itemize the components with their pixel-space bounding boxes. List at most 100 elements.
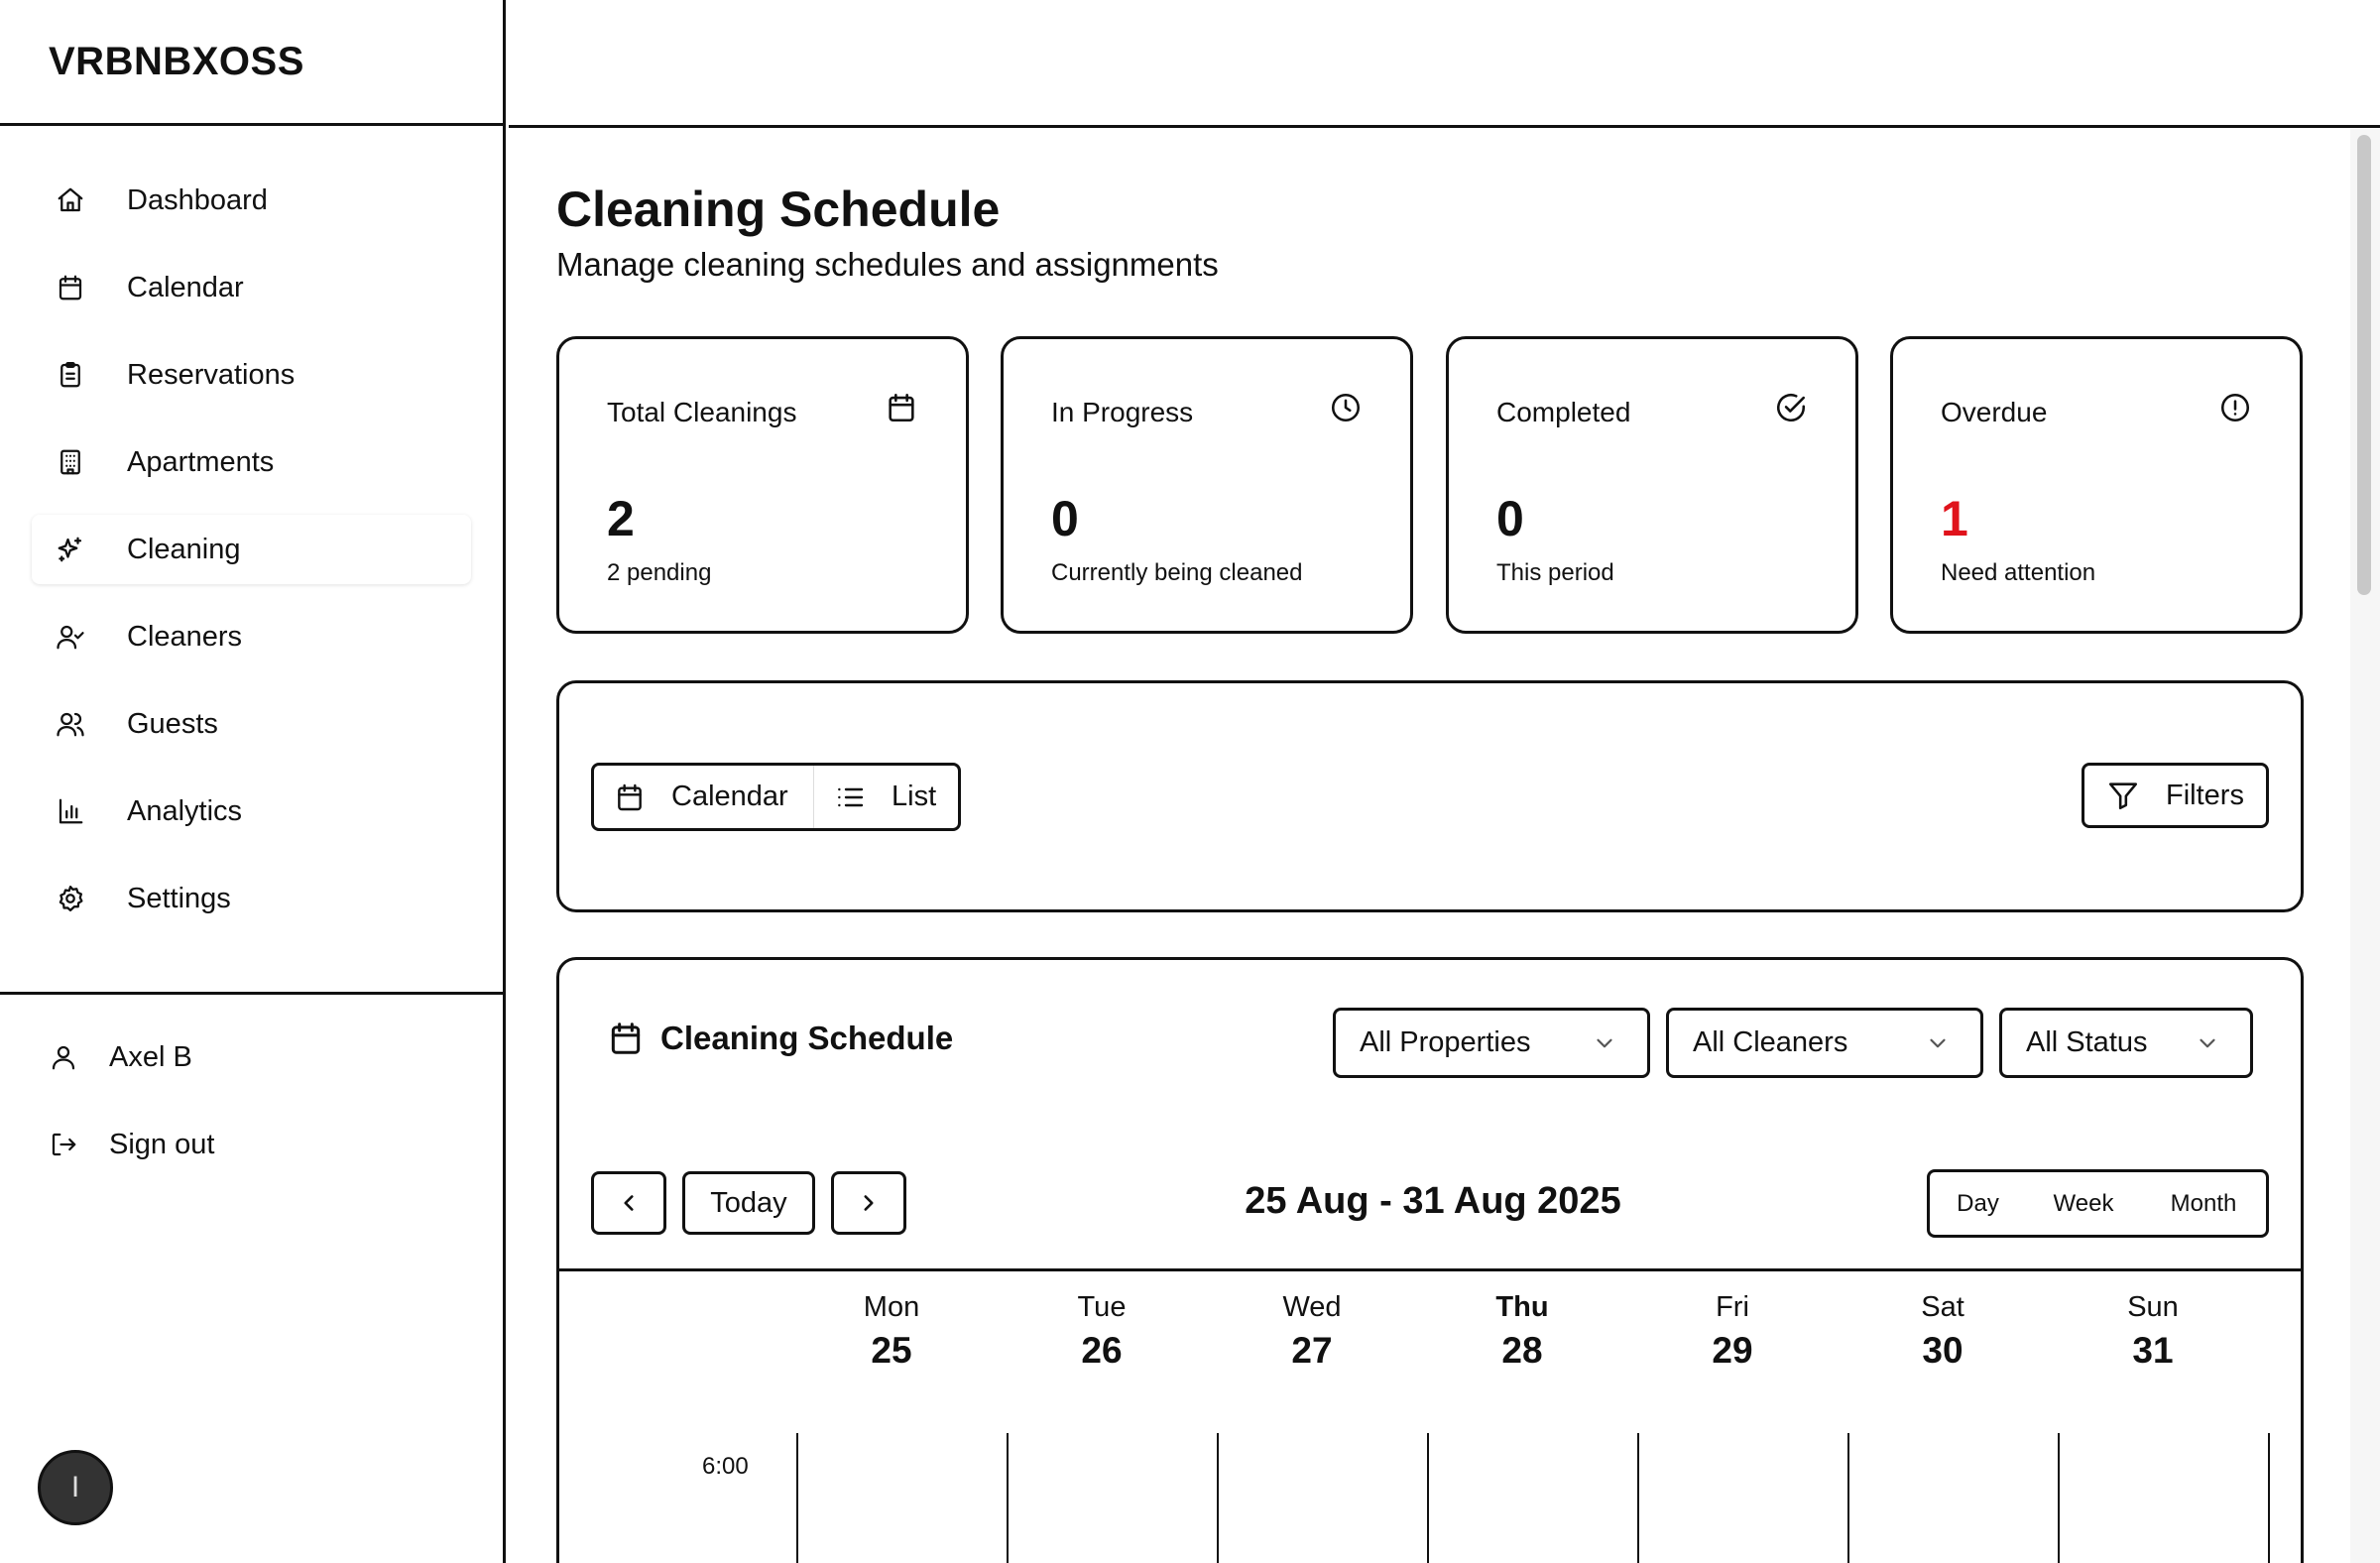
stat-label: Overdue [1941,397,2048,427]
day-view-button[interactable]: Day [1930,1172,2026,1235]
stat-note: Currently being cleaned [1051,559,1303,586]
day-column-divider [796,1433,798,1563]
alert-circle-icon [2218,391,2254,426]
page-title: Cleaning Schedule [556,181,1001,237]
day-name: Thu [1495,1291,1549,1323]
sidebar-nav: Dashboard Calendar Reservations Apartmen… [0,126,503,933]
day-date: 29 [1712,1330,1753,1371]
list-view-button[interactable]: List [814,766,936,828]
day-column-divider [1007,1433,1009,1563]
stat-label: Total Cleanings [607,397,797,427]
home-icon [54,183,87,217]
stat-card-total: Total Cleanings 2 2 pending [556,336,969,634]
brand-logo[interactable]: VRBNBXOSS [0,0,503,126]
day-column-divider [1847,1433,1849,1563]
user-icon [48,1041,79,1073]
users-icon [54,707,87,741]
filter-icon [2108,782,2138,810]
day-name: Mon [863,1291,920,1323]
day-header-tue: Tue 26 [997,1291,1207,1372]
clock-icon [1329,391,1365,426]
sign-out-icon [48,1129,79,1160]
sidebar-item-analytics[interactable]: Analytics [32,777,471,846]
chevron-left-icon [624,1195,634,1211]
sidebar-item-label: Reservations [127,358,296,391]
stat-value: 0 [1496,491,1524,546]
chevron-down-icon [1597,1038,1612,1047]
cleaner-select[interactable]: All Cleaners [1666,1008,1983,1078]
month-view-button[interactable]: Month [2141,1172,2266,1235]
day-header-sat: Sat 30 [1838,1291,2048,1372]
bar-chart-icon [54,794,87,828]
time-label: 6:00 [702,1453,749,1480]
day-header-mon: Mon 25 [786,1291,997,1372]
sidebar-item-label: Settings [127,882,231,914]
day-column-divider [1217,1433,1219,1563]
day-header-thu: Thu 28 [1417,1291,1627,1372]
schedule-header: Cleaning Schedule [607,1020,953,1057]
sidebar: VRBNBXOSS Dashboard Calendar Reservation… [0,0,506,1563]
calendar-view-toggle: Day Week Month [1927,1169,2269,1238]
sidebar-item-label: Guests [127,707,218,740]
sign-out-label: Sign out [109,1128,215,1160]
scrollbar-thumb[interactable] [2357,135,2371,595]
user-profile[interactable]: Axel B [48,1027,192,1087]
sign-out-button[interactable]: Sign out [48,1115,214,1174]
day-date: 30 [1922,1330,1964,1371]
sidebar-item-cleaning[interactable]: Cleaning [32,515,471,584]
day-date: 31 [2132,1330,2174,1371]
sidebar-item-cleaners[interactable]: Cleaners [32,602,471,671]
sparkles-icon [54,533,87,566]
sidebar-item-guests[interactable]: Guests [32,689,471,759]
day-header-sun: Sun 31 [2048,1291,2258,1372]
previous-week-button[interactable] [591,1171,666,1235]
sidebar-item-reservations[interactable]: Reservations [32,340,471,410]
sidebar-item-dashboard[interactable]: Dashboard [32,166,471,235]
day-name: Tue [1077,1291,1127,1323]
sidebar-divider [0,992,506,995]
cleaner-select-value: All Cleaners [1693,1026,1848,1058]
sidebar-item-label: Cleaners [127,620,243,653]
sidebar-item-apartments[interactable]: Apartments [32,427,471,497]
calendar-view-label: Calendar [671,781,788,812]
calendar-icon [885,391,920,426]
sidebar-item-label: Analytics [127,794,243,827]
stat-value: 0 [1051,491,1079,546]
chevron-right-icon [864,1195,874,1211]
status-select[interactable]: All Status [1999,1008,2253,1078]
assistant-button[interactable]: I [38,1450,113,1525]
page-subtitle: Manage cleaning schedules and assignment… [556,246,1219,283]
clipboard-icon [54,358,87,392]
schedule-title: Cleaning Schedule [660,1020,954,1056]
day-date: 25 [871,1330,912,1371]
schedule-card: Cleaning Schedule All Properties All Cle… [556,957,2304,1563]
sidebar-item-label: Cleaning [127,533,241,565]
sidebar-item-label: Apartments [127,445,275,478]
next-week-button[interactable] [831,1171,906,1235]
calendar-view-button[interactable]: Calendar [594,766,814,828]
sidebar-item-settings[interactable]: Settings [32,864,471,933]
week-view-button[interactable]: Week [2026,1172,2141,1235]
chevron-down-icon [2200,1038,2215,1047]
gear-icon [54,882,87,915]
calendar-icon [611,1022,641,1054]
status-select-value: All Status [2026,1026,2148,1058]
top-bar [509,0,2380,128]
day-column-divider [2058,1433,2060,1563]
filters-button[interactable]: Filters [2082,763,2269,828]
day-header-wed: Wed 27 [1207,1291,1417,1372]
today-button[interactable]: Today [682,1171,815,1235]
filters-label: Filters [2166,779,2244,811]
day-column-divider [2268,1433,2270,1563]
stat-value: 1 [1941,491,1968,546]
day-column-divider [1637,1433,1639,1563]
day-header-fri: Fri 29 [1627,1291,1838,1372]
check-circle-icon [1774,391,1810,426]
stat-label: In Progress [1051,397,1194,427]
user-check-icon [54,620,87,654]
scrollbar[interactable] [2350,129,2380,1563]
day-date: 27 [1291,1330,1333,1371]
sidebar-item-label: Calendar [127,271,244,303]
property-select[interactable]: All Properties [1333,1008,1650,1078]
sidebar-item-calendar[interactable]: Calendar [32,253,471,322]
